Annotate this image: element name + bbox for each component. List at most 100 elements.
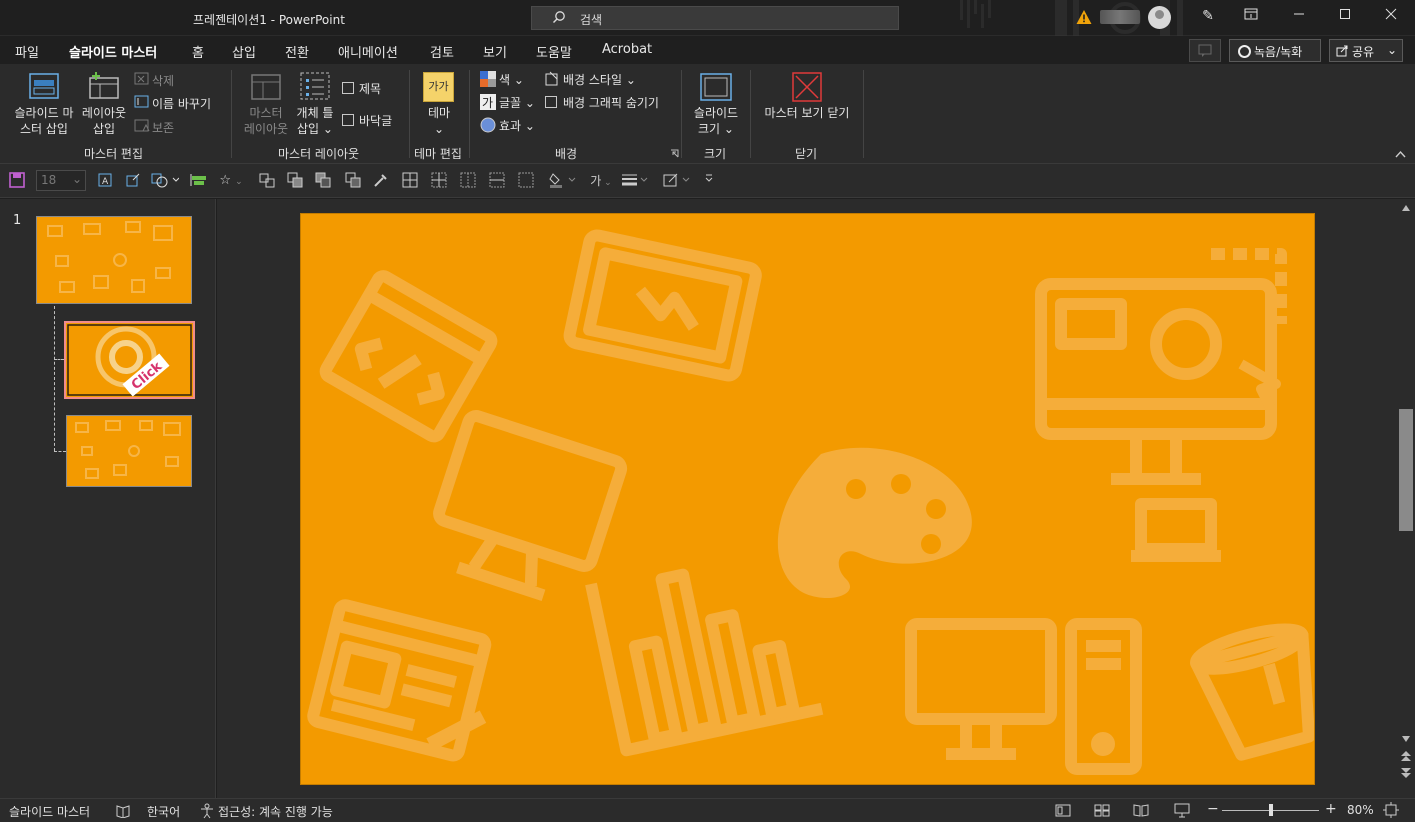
collapse-ribbon-icon[interactable] [1395,150,1406,158]
tab-transitions[interactable]: 전환 [285,42,309,61]
group-icon[interactable] [258,172,276,190]
previous-slide-icon[interactable] [1400,750,1412,764]
tab-insert[interactable]: 삽입 [232,42,256,61]
insert-slide-master-icon[interactable] [28,72,60,100]
insert-slide-master-button[interactable]: 슬라이드 마 스터 삽입 [8,105,80,137]
hide-background-graphics-checkbox[interactable] [545,96,557,108]
slide-sorter-icon[interactable] [1094,804,1110,817]
star-icon[interactable]: ☆ ⌄ [216,172,246,190]
slide-show-icon[interactable] [1174,803,1190,818]
tab-view[interactable]: 보기 [483,42,507,61]
scrollbar-thumb[interactable] [1399,409,1413,531]
zoom-slider-thumb[interactable] [1268,804,1273,816]
tab-animations[interactable]: 애니메이션 [338,42,398,61]
background-styles-button[interactable]: 배경 스타일 ⌄ [563,71,636,88]
zoom-level[interactable]: 80% [1347,803,1374,817]
dialog-launcher-icon[interactable] [670,149,679,158]
font-size-value: 18 [41,173,57,187]
status-accessibility[interactable]: 접근성: 계속 진행 가능 [218,803,333,820]
outline-icon[interactable] [662,172,692,190]
rename-button[interactable]: 이름 바꾸기 [152,95,211,112]
master-layout-button[interactable]: 마스터 레이아웃 [240,105,292,137]
layout-thumbnail[interactable] [66,415,192,487]
scroll-up-icon[interactable] [1401,204,1411,212]
comments-button[interactable] [1189,39,1221,62]
slide-canvas[interactable] [300,213,1315,785]
warning-icon[interactable] [1076,9,1092,25]
slide-size-button[interactable]: 슬라이드 크기 ⌄ [688,105,744,137]
preserve-button[interactable]: 보존 [152,119,174,136]
colors-button[interactable]: 색 ⌄ [499,71,524,88]
themes-icon[interactable]: 가가 [423,72,454,102]
table-border-outer-icon[interactable] [488,172,506,190]
close-master-view-button[interactable]: 마스터 보기 닫기 [756,105,858,121]
pen-icon[interactable]: ✎ [1197,8,1219,24]
fill-color-icon[interactable] [548,172,578,190]
insert-layout-icon[interactable] [88,72,120,100]
tab-home[interactable]: 홈 [192,42,204,61]
reading-view-icon[interactable] [1133,804,1149,817]
insert-placeholder-icon[interactable] [300,72,330,100]
zoom-out-button[interactable]: − [1207,801,1219,817]
ribbon-separator [863,70,864,158]
customize-toolbar-icon[interactable] [700,172,718,190]
next-slide-icon[interactable] [1400,766,1412,780]
avatar[interactable] [1148,6,1171,29]
tab-slide-master[interactable]: 슬라이드 마스터 [69,42,158,67]
record-button[interactable]: 녹음/녹화 [1229,39,1321,62]
table-grid-icon[interactable] [430,172,448,190]
insert-slide-master-label-2: 스터 삽입 [20,122,68,136]
maximize-icon[interactable] [1334,8,1356,24]
bring-forward-icon[interactable] [286,172,304,190]
edit-shape-icon[interactable] [124,172,142,190]
layout-connector [54,451,66,452]
arrange-icon[interactable] [344,172,362,190]
tab-review[interactable]: 검토 [430,42,454,61]
fonts-button[interactable]: 글꼴 ⌄ [499,94,535,111]
table-border-icon[interactable] [459,172,477,190]
normal-view-icon[interactable] [1055,804,1071,817]
table-border-inner-icon[interactable] [517,172,535,190]
tab-help[interactable]: 도움말 [536,42,572,61]
send-backward-icon[interactable] [314,172,332,190]
vertical-scrollbar[interactable] [1397,199,1415,798]
account-name-blurred [1100,10,1140,24]
font-size-field[interactable]: 18 ⌄ [36,170,86,191]
ribbon-display-icon[interactable] [1240,8,1262,24]
tab-file[interactable]: 파일 [15,42,39,61]
accessibility-icon[interactable] [199,803,215,819]
shapes-icon[interactable] [150,172,180,190]
minimize-icon[interactable] [1288,8,1310,24]
tab-acrobat[interactable]: Acrobat [602,42,652,57]
eyedropper-icon[interactable] [372,172,390,190]
footer-checkbox[interactable] [342,114,354,126]
save-icon[interactable] [8,172,26,190]
master-layout-icon [251,74,281,100]
scroll-down-icon[interactable] [1401,735,1411,743]
insert-layout-button[interactable]: 레이아웃 삽입 [76,105,132,137]
status-language[interactable]: 한국어 [147,803,180,820]
insert-placeholder-button[interactable]: 개체 틀 삽입 ⌄ [292,105,338,137]
spelling-icon[interactable] [116,804,130,818]
slide-background-graphics [307,229,1314,775]
font-color-icon[interactable]: 가 ⌄ [586,172,616,190]
search-box[interactable]: 검색 [531,6,899,30]
delete-button[interactable]: 삭제 [152,72,174,89]
status-bar: 슬라이드 마스터 한국어 접근성: 계속 진행 가능 − + 80% [0,798,1415,822]
zoom-in-button[interactable]: + [1325,801,1337,817]
themes-button[interactable]: 테마 ⌄ [418,105,460,137]
preserve-icon [134,119,150,132]
close-icon[interactable] [1380,8,1402,24]
share-button[interactable]: 공유 ⌄ [1329,39,1403,62]
layout-thumbnail-selected[interactable]: Click [64,321,195,399]
line-weight-icon[interactable] [620,172,650,190]
fit-to-window-icon[interactable] [1383,802,1399,818]
text-box-icon[interactable]: A [96,172,114,190]
table-icon[interactable] [401,172,419,190]
slide-size-icon[interactable] [700,73,732,101]
title-checkbox[interactable] [342,82,354,94]
close-master-view-icon[interactable] [792,72,822,102]
align-icon[interactable] [190,172,208,190]
slide-master-thumbnail[interactable] [36,216,192,304]
effects-button[interactable]: 효과 ⌄ [499,117,535,134]
